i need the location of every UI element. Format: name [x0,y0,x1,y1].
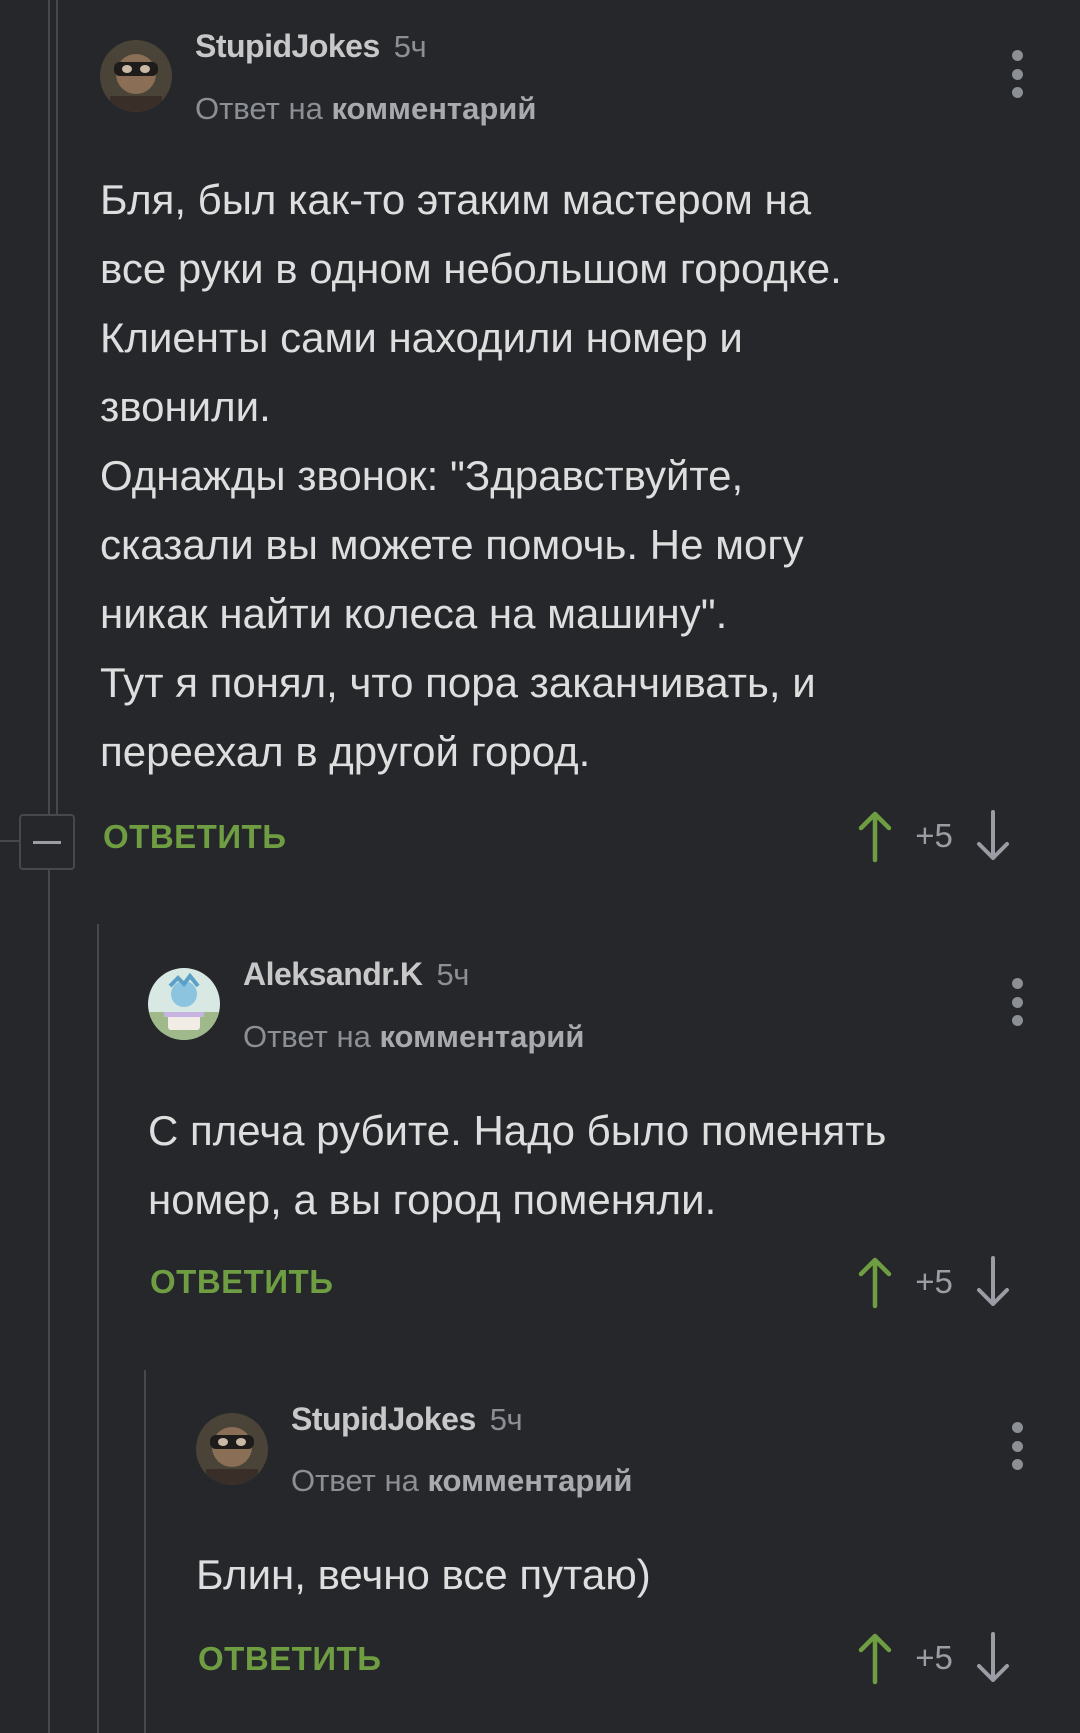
author-name[interactable]: StupidJokes [195,28,380,64]
comment-text: Блин, вечно все путаю) [196,1551,651,1598]
vote-controls: +5 [852,808,1016,864]
comment-author[interactable]: StupidJokes 5ч [195,28,427,65]
reply-button[interactable]: ОТВЕТИТЬ [103,818,286,856]
comment-time: 5ч [436,957,469,992]
downvote-arrow-icon[interactable] [970,1630,1016,1686]
reply-target-link[interactable]: комментарий [331,91,536,126]
reply-prefix: Ответ на [291,1463,419,1498]
author-name[interactable]: StupidJokes [291,1401,476,1437]
reply-button[interactable]: ОТВЕТИТЬ [198,1640,381,1678]
user-avatar[interactable] [196,1413,268,1485]
rating-value: +5 [915,1639,953,1676]
reply-target-link[interactable]: комментарий [379,1019,584,1054]
reply-to-line: Ответ на комментарий [195,91,536,127]
comment-text: С плеча рубите. Надо было поменять номер… [148,1107,887,1223]
comment-author[interactable]: Aleksandr.K 5ч [243,956,469,993]
vote-controls: +5 [852,1630,1016,1686]
downvote-arrow-icon[interactable] [970,1254,1016,1310]
user-avatar[interactable] [148,968,220,1040]
collapse-connector [0,840,19,842]
collapse-thread-button[interactable] [19,814,75,870]
kebab-menu-icon[interactable] [997,972,1037,1032]
thread-line-level-2 [144,1370,146,1733]
upvote-arrow-icon[interactable] [852,1254,898,1310]
rating-value: +5 [915,1263,953,1300]
upvote-arrow-icon[interactable] [852,1630,898,1686]
reply-button[interactable]: ОТВЕТИТЬ [150,1263,333,1301]
comment-text: Бля, был как-то этаким мастером на все р… [100,176,842,775]
reply-to-line: Ответ на комментарий [291,1463,632,1499]
upvote-arrow-icon[interactable] [852,808,898,864]
user-avatar[interactable] [100,40,172,112]
collapse-minus-icon [33,840,61,844]
vote-controls: +5 [852,1254,1016,1310]
author-name[interactable]: Aleksandr.K [243,956,423,992]
comment-time: 5ч [489,1402,523,1437]
thread-line-level-1 [97,924,99,1733]
kebab-menu-icon[interactable] [997,44,1037,104]
reply-to-line: Ответ на комментарий [243,1019,584,1055]
rating-value: +5 [915,817,953,854]
downvote-arrow-icon[interactable] [970,808,1016,864]
reply-prefix: Ответ на [243,1019,371,1054]
comment-time: 5ч [393,29,427,64]
reply-prefix: Ответ на [195,91,323,126]
reply-target-link[interactable]: комментарий [427,1463,632,1498]
thread-line-level-0b [56,0,58,814]
comment-author[interactable]: StupidJokes 5ч [291,1401,523,1438]
kebab-menu-icon[interactable] [997,1416,1037,1476]
